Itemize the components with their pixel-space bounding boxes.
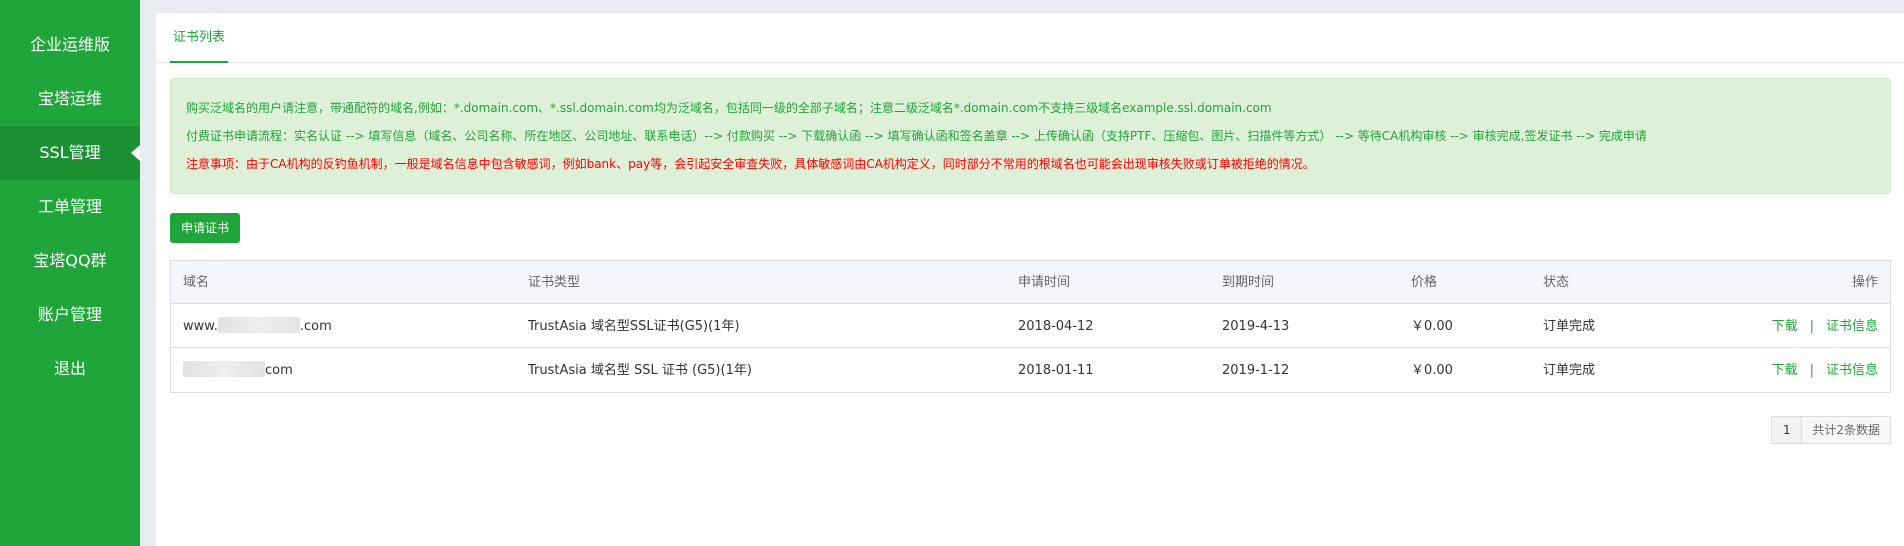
cell-domain: www. .com bbox=[183, 305, 332, 348]
sidebar-item-qq-group[interactable]: 宝塔QQ群 bbox=[0, 234, 140, 288]
table-row: com TrustAsia 域名型 SSL 证书 (G5)(1年) 2018-0… bbox=[171, 349, 1890, 392]
header-apply-time: 申请时间 bbox=[1018, 275, 1071, 290]
sidebar-item-enterprise-ops[interactable]: 企业运维版 bbox=[0, 18, 140, 72]
download-link[interactable]: 下载 bbox=[1772, 363, 1798, 378]
tab-certificate-list[interactable]: 证书列表 bbox=[170, 13, 228, 63]
cell-apply-time: 2018-04-12 bbox=[1018, 319, 1094, 334]
header-expire-time: 到期时间 bbox=[1222, 275, 1275, 290]
download-link[interactable]: 下载 bbox=[1772, 319, 1798, 334]
table-header: 域名 证书类型 申请时间 到期时间 价格 状态 操作 bbox=[171, 261, 1890, 304]
domain-prefix: www. bbox=[183, 319, 218, 334]
table-row: www. .com TrustAsia 域名型SSL证书(G5)(1年) 2018… bbox=[171, 305, 1890, 348]
notice-box: 购买泛域名的用户请注意，带通配符的域名,例如：*.domain.com、*.ss… bbox=[170, 78, 1891, 194]
cell-status: 订单完成 bbox=[1543, 363, 1596, 378]
cell-apply-time: 2018-01-11 bbox=[1018, 363, 1094, 378]
cell-type: TrustAsia 域名型 SSL 证书 (G5)(1年) bbox=[528, 363, 752, 378]
redacted-block bbox=[217, 317, 300, 333]
header-domain: 域名 bbox=[183, 275, 210, 290]
cell-expire-time: 2019-1-12 bbox=[1222, 363, 1290, 378]
main-panel: 证书列表 购买泛域名的用户请注意，带通配符的域名,例如：*.domain.com… bbox=[156, 13, 1904, 546]
link-separator: | bbox=[1809, 319, 1814, 334]
redacted-block bbox=[183, 361, 265, 377]
domain-suffix: com bbox=[265, 363, 293, 378]
sidebar-item-label: 账户管理 bbox=[37, 305, 102, 324]
cell-price: ￥0.00 bbox=[1411, 319, 1453, 334]
sidebar-item-label: 宝塔QQ群 bbox=[33, 251, 107, 270]
cell-op: 下载 | 证书信息 bbox=[1772, 349, 1878, 392]
header-type: 证书类型 bbox=[528, 275, 581, 290]
sidebar-item-label: 工单管理 bbox=[37, 197, 102, 216]
header-op: 操作 bbox=[1851, 275, 1878, 290]
sidebar-item-label: 企业运维版 bbox=[29, 35, 110, 54]
notice-warning: 注意事项：由于CA机构的反钓鱼机制，一般是域名信息中包含敏感词，例如bank、p… bbox=[186, 157, 1315, 171]
apply-certificate-button[interactable]: 申请证书 bbox=[170, 213, 240, 243]
cell-price: ￥0.00 bbox=[1411, 363, 1453, 378]
sidebar: 企业运维版 宝塔运维 SSL管理 工单管理 宝塔QQ群 账户管理 退出 bbox=[0, 0, 140, 546]
sidebar-item-tickets[interactable]: 工单管理 bbox=[0, 180, 140, 234]
notice-process: 付费证书申请流程：实名认证 --> 填写信息（域名、公司名称、所在地区、公司地址… bbox=[186, 129, 1647, 143]
sidebar-item-bt-ops[interactable]: 宝塔运维 bbox=[0, 72, 140, 126]
header-price: 价格 bbox=[1411, 275, 1438, 290]
domain-suffix: .com bbox=[299, 319, 332, 334]
cell-status: 订单完成 bbox=[1543, 319, 1596, 334]
cell-domain: com bbox=[183, 349, 293, 392]
sidebar-item-logout[interactable]: 退出 bbox=[0, 342, 140, 396]
cell-expire-time: 2019-4-13 bbox=[1222, 319, 1290, 334]
sidebar-item-account[interactable]: 账户管理 bbox=[0, 288, 140, 342]
sidebar-item-label: SSL管理 bbox=[39, 143, 101, 162]
cell-type: TrustAsia 域名型SSL证书(G5)(1年) bbox=[528, 319, 740, 334]
page-total: 共计2条数据 bbox=[1802, 417, 1890, 443]
app: 企业运维版 宝塔运维 SSL管理 工单管理 宝塔QQ群 账户管理 退出 证书列表… bbox=[0, 0, 1904, 546]
certificate-info-link[interactable]: 证书信息 bbox=[1826, 363, 1878, 378]
page-number[interactable]: 1 bbox=[1772, 417, 1803, 443]
sidebar-item-ssl[interactable]: SSL管理 bbox=[0, 126, 140, 180]
tab-bar: 证书列表 bbox=[156, 13, 1904, 63]
sidebar-item-label: 宝塔运维 bbox=[37, 89, 102, 108]
pagination: 1 共计2条数据 bbox=[1771, 416, 1891, 444]
certificate-info-link[interactable]: 证书信息 bbox=[1826, 319, 1878, 334]
sidebar-item-label: 退出 bbox=[53, 359, 86, 378]
certificate-table: 域名 证书类型 申请时间 到期时间 价格 状态 操作 www. .com Trus… bbox=[170, 260, 1891, 393]
cell-op: 下载 | 证书信息 bbox=[1772, 305, 1878, 348]
link-separator: | bbox=[1809, 363, 1814, 378]
notice-wildcard: 购买泛域名的用户请注意，带通配符的域名,例如：*.domain.com、*.ss… bbox=[186, 101, 1272, 115]
header-status: 状态 bbox=[1543, 275, 1570, 290]
